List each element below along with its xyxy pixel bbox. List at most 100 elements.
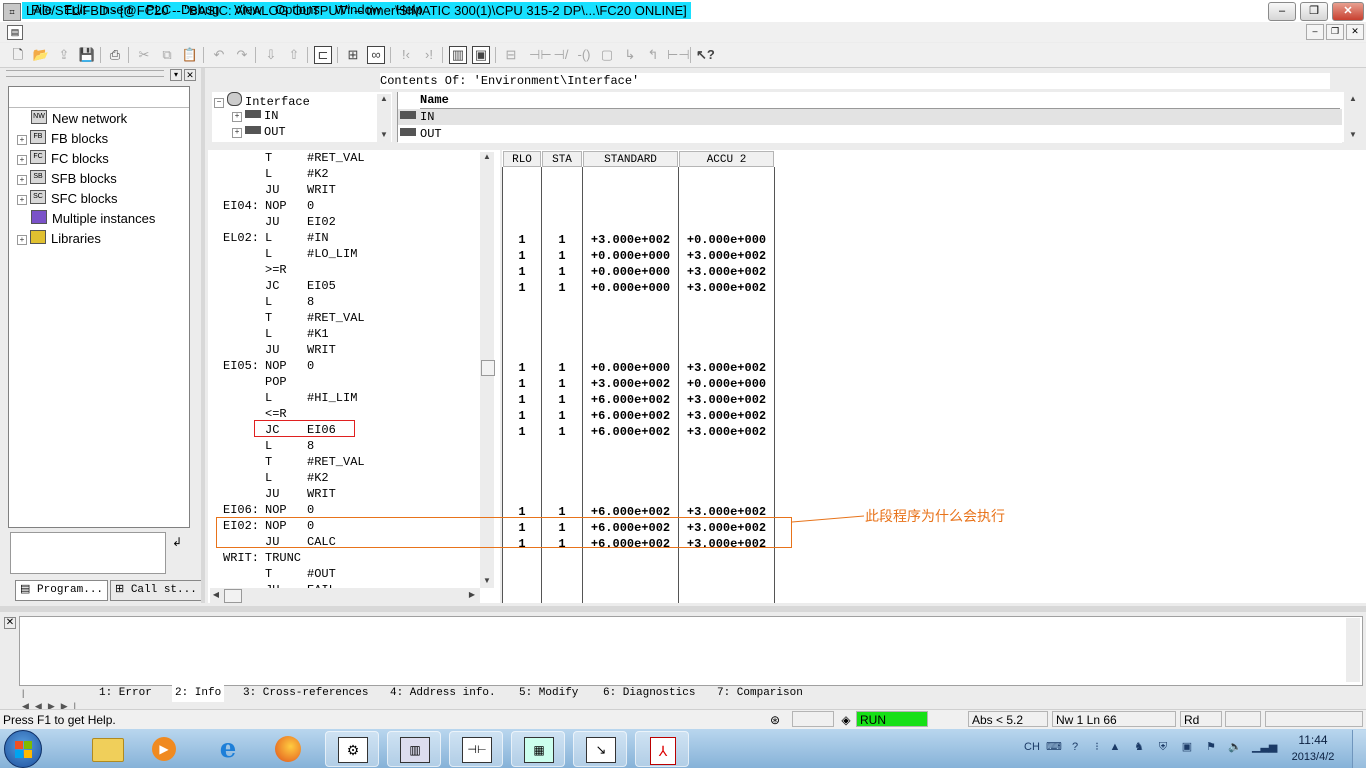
tab-error[interactable]: 1: Error xyxy=(99,685,152,702)
branch-close-icon[interactable]: ↰ xyxy=(644,46,662,64)
close-button[interactable]: ✕ xyxy=(1332,2,1364,21)
prev-breakpoint-icon[interactable]: !‹ xyxy=(397,46,415,64)
clock-date[interactable]: 2013/4/2 xyxy=(1285,750,1341,764)
tray-app-icon[interactable]: ▣ xyxy=(1180,740,1194,754)
paste-icon[interactable]: 📋 xyxy=(181,46,199,64)
column-header-sta[interactable]: STA xyxy=(542,151,582,167)
menu-help[interactable]: Help xyxy=(396,2,423,18)
input-language[interactable]: CH xyxy=(1024,740,1040,754)
copy-icon[interactable]: ⧉ xyxy=(158,46,176,64)
save-icon[interactable]: 💾 xyxy=(78,46,96,64)
network-icon[interactable]: ⊞ xyxy=(344,46,362,64)
taskbar-internet-explorer[interactable]: e xyxy=(202,731,256,767)
help-icon[interactable]: ? xyxy=(1068,740,1082,754)
interface-out[interactable]: + OUT xyxy=(232,124,286,140)
tray-menu-icon[interactable]: ⁝ xyxy=(1090,740,1104,754)
tab-modify[interactable]: 5: Modify xyxy=(519,685,578,702)
print-icon[interactable]: ⎙ xyxy=(106,46,124,64)
next-breakpoint-icon[interactable]: ›! xyxy=(420,46,438,64)
interface-header-scroll[interactable] xyxy=(1346,72,1360,90)
undo-icon[interactable]: ↶ xyxy=(210,46,228,64)
taskbar-lad-stl-fbd[interactable]: ⊣⊢ xyxy=(449,731,503,767)
list-item[interactable]: IN xyxy=(398,109,1342,126)
details-scrollbar[interactable] xyxy=(1346,618,1360,682)
code-scroll-thumb[interactable] xyxy=(481,360,495,376)
download-icon[interactable]: ⇩ xyxy=(262,46,280,64)
horizontal-splitter[interactable] xyxy=(0,606,1366,612)
taskbar-simatic-manager[interactable]: ⚙ xyxy=(325,731,379,767)
branch-open-icon[interactable]: ↳ xyxy=(621,46,639,64)
vertical-splitter[interactable] xyxy=(201,68,205,603)
tree-item-sfb-blocks[interactable]: + SB SFB blocks xyxy=(17,170,117,188)
menu-file[interactable]: File xyxy=(31,2,52,18)
interface-tree-scrollbar[interactable]: ▲ ▼ xyxy=(377,94,391,142)
interface-in[interactable]: + IN xyxy=(232,108,278,124)
tree-item-libraries[interactable]: + Libraries xyxy=(17,230,101,248)
menu-window[interactable]: Window xyxy=(335,2,381,18)
show-desktop-button[interactable] xyxy=(1352,730,1366,768)
collapse-icon[interactable]: − xyxy=(214,98,224,108)
no-contact-icon[interactable]: ⊣⊢ xyxy=(529,46,552,64)
insert-network-icon[interactable]: ⊟ xyxy=(502,46,520,64)
panel-menu-icon[interactable]: ▾ xyxy=(170,69,182,81)
open-online-icon[interactable]: ⇪ xyxy=(55,46,73,64)
taskbar-pdf-reader[interactable]: ⅄ xyxy=(635,731,689,767)
tree-item-sfc-blocks[interactable]: + SC SFC blocks xyxy=(17,190,117,208)
action-center-flag-icon[interactable]: ⚑ xyxy=(1204,740,1218,754)
code-hscroll-thumb[interactable] xyxy=(224,589,242,603)
expand-icon[interactable]: + xyxy=(17,155,27,165)
column-header-accu2[interactable]: ACCU 2 xyxy=(679,151,774,167)
mdi-close-button[interactable]: ✕ xyxy=(1346,24,1364,40)
panel-grip[interactable] xyxy=(6,70,164,77)
network-signal-icon[interactable]: ▁▃▅ xyxy=(1252,740,1277,754)
interface-root[interactable]: − Interface xyxy=(214,92,310,109)
tree-item-new-network[interactable]: NW New network xyxy=(31,110,127,128)
open-icon[interactable]: 📂 xyxy=(32,46,50,64)
redo-icon[interactable]: ↷ xyxy=(233,46,251,64)
code-horizontal-scrollbar[interactable]: ◀ ▶ xyxy=(210,588,480,603)
menu-insert[interactable]: Insert xyxy=(99,2,132,18)
tab-comparison[interactable]: 7: Comparison xyxy=(717,685,803,702)
coil-icon[interactable]: -() xyxy=(575,46,593,64)
qq-icon[interactable]: ♞ xyxy=(1132,740,1146,754)
empty-box-icon[interactable]: ▢ xyxy=(598,46,616,64)
tree-item-fc-blocks[interactable]: + FC FC blocks xyxy=(17,150,109,168)
tab-info[interactable]: 2: Info xyxy=(172,685,225,702)
tab-navigation-arrows[interactable]: |◀◀▶▶| xyxy=(22,687,86,711)
expand-icon[interactable]: + xyxy=(17,235,27,245)
mdi-restore-button[interactable]: ❐ xyxy=(1326,24,1344,40)
menu-plc[interactable]: PLC xyxy=(146,2,171,18)
document-icon[interactable]: ▤ xyxy=(7,25,23,40)
menu-options[interactable]: Options xyxy=(275,2,320,18)
expand-icon[interactable]: + xyxy=(17,135,27,145)
restore-button[interactable]: ❐ xyxy=(1300,2,1328,21)
details-icon[interactable]: ▣ xyxy=(472,46,490,64)
interface-list-scrollbar[interactable]: ▲ ▼ xyxy=(1346,94,1360,142)
taskbar-s7-plcsim[interactable]: ▦ xyxy=(511,731,565,767)
menu-edit[interactable]: Edit xyxy=(64,2,86,18)
menu-debug[interactable]: Debug xyxy=(181,2,219,18)
taskbar-hardware-config[interactable]: ▥ xyxy=(387,731,441,767)
app-icon[interactable]: ⌗ xyxy=(3,3,21,21)
column-header-rlo[interactable]: RLO xyxy=(503,151,541,167)
column-header-name[interactable]: Name xyxy=(420,92,1340,109)
minimize-button[interactable]: ‒ xyxy=(1268,2,1296,21)
monitor-icon[interactable]: ∞ xyxy=(367,46,385,64)
nc-contact-icon[interactable]: ⊣/⊢ xyxy=(552,46,570,80)
taskbar-media-player[interactable]: ▶ xyxy=(138,731,192,767)
taskbar-firefox[interactable] xyxy=(262,731,316,767)
list-item[interactable]: OUT xyxy=(398,126,1342,143)
security-shield-icon[interactable]: ⛨ xyxy=(1156,740,1170,754)
expand-icon[interactable]: + xyxy=(232,128,242,138)
new-icon[interactable]: 🗋 xyxy=(9,46,27,64)
tree-item-multiple-instances[interactable]: Multiple instances xyxy=(31,210,155,228)
online-icon[interactable]: ⊏ xyxy=(314,46,332,64)
expand-icon[interactable]: + xyxy=(17,195,27,205)
cut-icon[interactable]: ✂ xyxy=(135,46,153,64)
clock-time[interactable]: 11:44 xyxy=(1285,733,1341,748)
column-header-standard[interactable]: STANDARD xyxy=(583,151,678,167)
start-button[interactable] xyxy=(4,730,42,768)
tab-call-structure[interactable]: ⊞ Call st... xyxy=(110,580,202,601)
upload-icon[interactable]: ⇧ xyxy=(285,46,303,64)
show-hidden-icons[interactable]: ▲ xyxy=(1108,740,1122,754)
